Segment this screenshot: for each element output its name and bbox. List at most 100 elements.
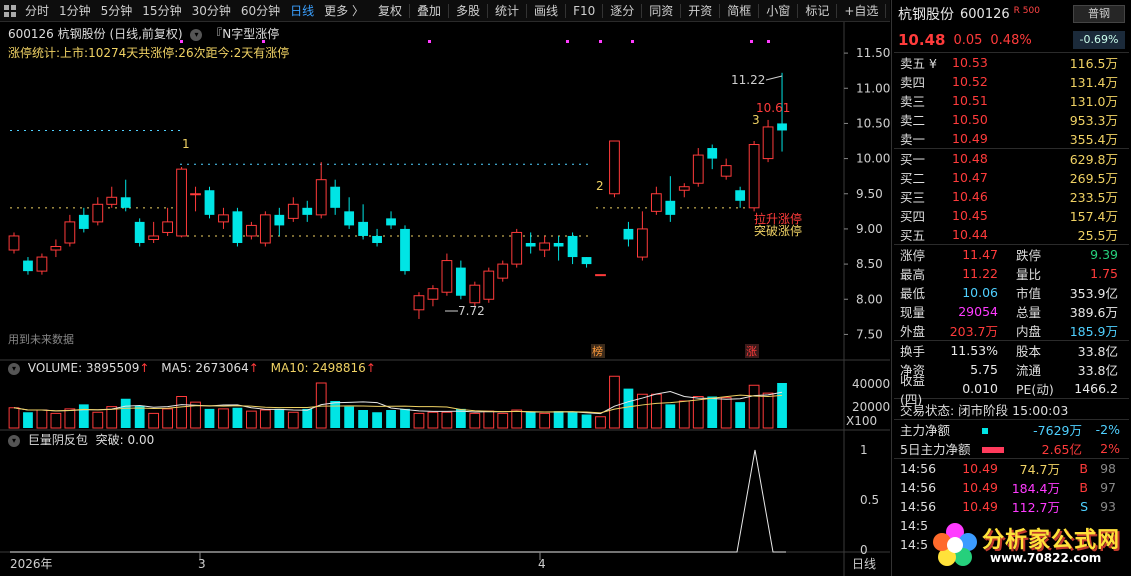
asks-row[interactable]: 卖二 10.50 953.3万	[892, 110, 1131, 129]
asks-volume: 116.5万	[1069, 56, 1118, 71]
chevron-down-icon[interactable]: ▾	[8, 434, 20, 447]
asks-row[interactable]: 卖四 10.52 131.4万	[892, 72, 1131, 91]
bid-book: 买一 10.48 629.8万 买二 10.47 269.5万 买三 10.46 233.5万买…	[892, 149, 1131, 244]
rating-badge: R 500	[1013, 6, 1040, 16]
stat-label: 最低	[900, 286, 926, 301]
volume-bar	[204, 408, 215, 428]
bids-row[interactable]: 买二 10.47 269.5万	[892, 168, 1131, 187]
last-price: 10.48	[898, 31, 946, 49]
volume-bar	[469, 412, 481, 429]
tool-buttons: 复权叠加多股统计画线F10逐分同资开资简框小窗标记+自选返回	[373, 0, 922, 21]
stat-value: 5.75	[970, 362, 998, 377]
stat-label: 量比	[1016, 267, 1042, 282]
stat-row: 涨停 11.47 跌停 9.39	[892, 245, 1131, 264]
volume-bar	[650, 393, 662, 429]
tick-count: 97	[1100, 480, 1116, 495]
flow-label: 5日主力净额	[900, 442, 971, 457]
candle-body	[344, 211, 355, 226]
tool-button[interactable]: 画线	[529, 0, 563, 21]
tool-button[interactable]: 复权	[373, 0, 407, 21]
bids-volume: 269.5万	[1069, 171, 1118, 186]
stat-row: 最高 11.22 量比 1.75	[892, 264, 1131, 283]
tool-button[interactable]: 叠加	[412, 0, 446, 21]
asks-row[interactable]: 卖五 ¥ 10.53 116.5万	[892, 53, 1131, 72]
chevron-down-icon[interactable]: ▾	[8, 362, 20, 375]
volume-bar	[23, 412, 33, 428]
tool-button[interactable]: 多股	[451, 0, 485, 21]
tool-button[interactable]: 统计	[490, 0, 524, 21]
flow-value: 2.65亿	[1041, 442, 1082, 457]
chevron-down-icon[interactable]: ▾	[190, 28, 203, 41]
bids-row[interactable]: 买三 10.46 233.5万	[892, 187, 1131, 206]
volume-bar	[120, 398, 131, 428]
period-tab[interactable]: 15分钟	[137, 0, 186, 21]
tool-button[interactable]: 小窗	[761, 0, 795, 21]
flow-label: 主力净额	[900, 423, 951, 438]
tool-button[interactable]: 逐分	[605, 0, 639, 21]
bids-label: 买三	[900, 190, 926, 205]
logo-text: 分析家公式网	[982, 528, 1121, 553]
asks-row[interactable]: 卖三 10.51 131.0万	[892, 91, 1131, 110]
marker-label: 2	[596, 179, 604, 193]
period-tab[interactable]: 5分钟	[96, 0, 138, 21]
tool-button[interactable]: 标记	[800, 0, 834, 21]
candle-body	[581, 257, 592, 265]
candle-body	[315, 179, 327, 216]
kline-chart-panel[interactable]: 11.50 11.00 10.50 10.00 9.50 9.00 8.50 8.00 7.50…	[0, 22, 890, 576]
industry-button[interactable]: 普钢	[1073, 5, 1125, 23]
toolbar-divider	[797, 3, 799, 18]
sector-change-badge[interactable]: -0.69%	[1073, 31, 1125, 49]
bids-price: 10.45	[952, 208, 988, 223]
asks-label: 卖一	[900, 132, 926, 147]
y-tick-label: 7.50	[856, 327, 883, 341]
toolbar-divider	[641, 3, 643, 18]
candle-body	[23, 260, 33, 272]
volume-bar	[400, 408, 410, 428]
volume-bar	[720, 397, 732, 429]
tick-count: 93	[1100, 499, 1116, 514]
tick-row: 14:56 10.49 184.4万 B 97	[892, 478, 1131, 497]
x-axis-month: 4	[538, 557, 546, 571]
period-tab[interactable]: 1分钟	[54, 0, 96, 21]
asks-price: 10.51	[952, 93, 988, 108]
volume-bar	[302, 408, 313, 428]
breakout-annotation: 突破涨停	[754, 223, 802, 238]
volume-bar	[609, 375, 620, 429]
formula-name[interactable]: 『N字型涨停	[210, 27, 279, 41]
period-tab[interactable]: 分时	[20, 0, 54, 21]
volume-bar	[246, 410, 257, 429]
period-tab[interactable]: 30分钟	[187, 0, 236, 21]
tool-button[interactable]: 简框	[722, 0, 756, 21]
toolbar-divider	[680, 3, 682, 18]
bids-row[interactable]: 买四 10.45 157.4万	[892, 206, 1131, 225]
tool-button[interactable]: 同资	[644, 0, 678, 21]
signal-dot	[566, 40, 569, 43]
tool-button[interactable]: +自选	[839, 0, 883, 21]
candle-body	[748, 144, 760, 209]
period-tab[interactable]: 60分钟	[236, 0, 285, 21]
grid-menu-icon[interactable]	[0, 0, 20, 21]
asks-label: 卖二	[900, 113, 926, 128]
bids-row[interactable]: 买一 10.48 629.8万	[892, 149, 1131, 168]
tool-button[interactable]: 开资	[683, 0, 717, 21]
bids-row[interactable]: 买五 10.44 25.5万	[892, 225, 1131, 244]
stat-label: 内盘	[1016, 324, 1042, 339]
signal-dot	[767, 40, 770, 43]
period-tab[interactable]: 日线	[285, 0, 319, 21]
volume-bar	[386, 410, 396, 428]
candle-body	[637, 228, 648, 258]
signal-dot	[428, 40, 431, 43]
stat-value: 29054	[958, 304, 998, 319]
period-tab[interactable]: 更多 〉	[319, 0, 369, 21]
candle-body	[372, 235, 382, 243]
asks-row[interactable]: 卖一 10.49 355.4万	[892, 129, 1131, 148]
toolbar-divider	[487, 3, 489, 18]
candle-body	[36, 256, 48, 272]
high-arrow-line	[765, 75, 783, 81]
tool-button[interactable]: F10	[568, 0, 600, 21]
stat-label: 流通	[1016, 363, 1042, 378]
stat-value: 9.39	[1090, 247, 1118, 262]
stats-block-2: 换手 11.53% 股本 33.8亿 净资 5.75 流通 33.8亿 收益(四) 0.010 PE…	[892, 341, 1131, 407]
candle-body	[678, 186, 690, 191]
kline-chart[interactable]: 11.5011.0010.5010.009.509.008.508.007.50…	[0, 22, 890, 576]
